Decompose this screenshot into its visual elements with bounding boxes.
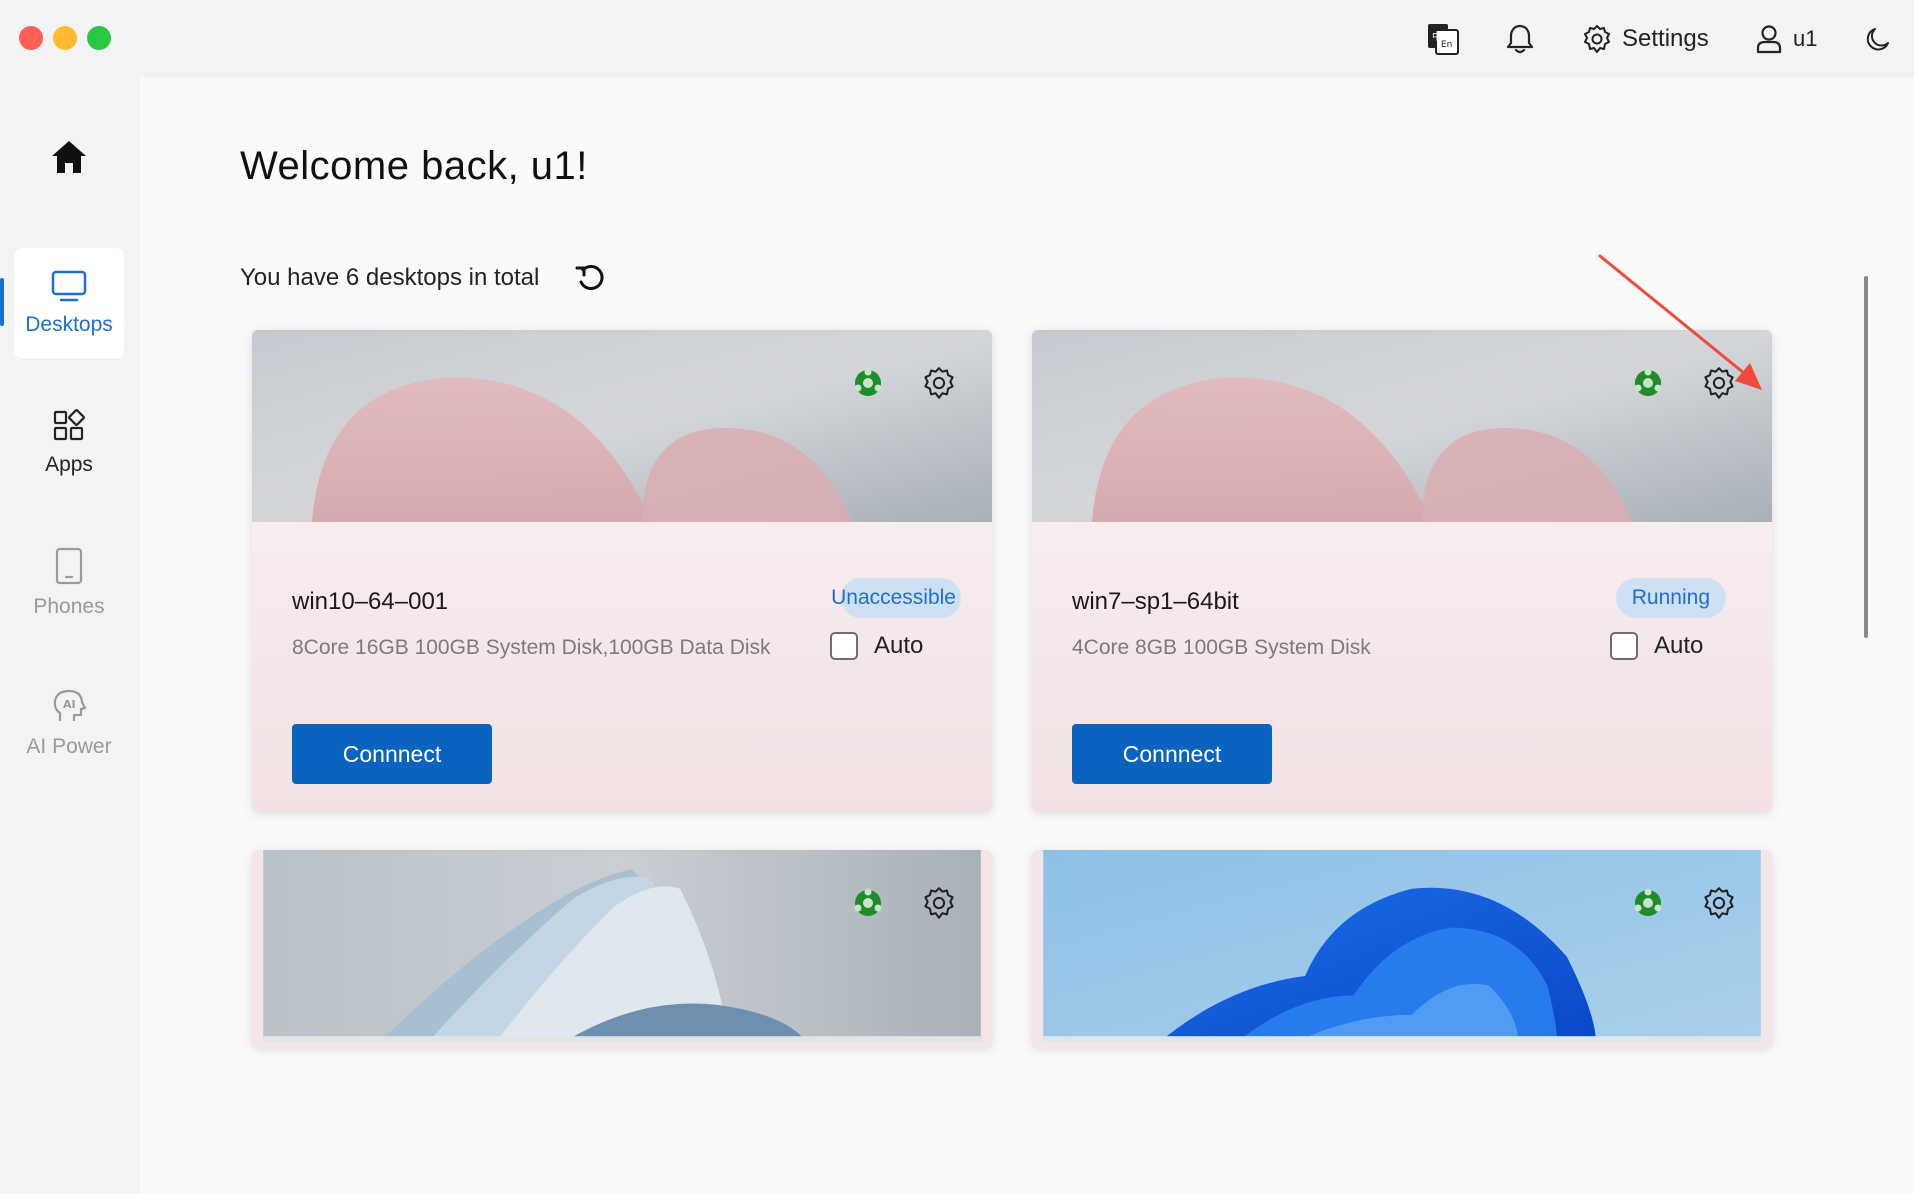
connect-button[interactable]: Connnect <box>1072 724 1272 784</box>
home-icon <box>52 141 86 173</box>
sidebar: Desktops Apps Phones AI AI Power <box>0 78 140 1194</box>
language-switch-button[interactable]: 中 En <box>1426 18 1462 60</box>
sidebar-item-home[interactable] <box>14 102 124 212</box>
auto-checkbox[interactable] <box>830 632 858 660</box>
main-content: Welcome back, u1! You have 6 desktops in… <box>140 78 1914 1194</box>
user-icon <box>1756 25 1782 54</box>
ai-head-icon: AI <box>53 689 87 721</box>
card-actions <box>1632 886 1736 920</box>
network-status-icon[interactable] <box>1632 887 1664 919</box>
refresh-icon <box>575 265 604 290</box>
card-body: win10–64–001 8Core 16GB 100GB System Dis… <box>252 522 992 812</box>
phone-icon <box>55 547 83 585</box>
desktop-card <box>252 850 992 1048</box>
bell-icon <box>1506 24 1534 54</box>
sidebar-item-apps[interactable]: Apps <box>14 388 124 498</box>
active-indicator <box>0 278 4 326</box>
apps-grid-icon <box>53 409 85 441</box>
connect-button[interactable]: Connnect <box>292 724 492 784</box>
desktop-name: win10–64–001 <box>292 588 449 615</box>
sidebar-item-label: Apps <box>45 453 93 476</box>
gear-icon[interactable] <box>922 886 956 920</box>
gear-icon[interactable] <box>922 366 956 400</box>
svg-text:AI: AI <box>63 698 76 711</box>
card-actions <box>852 886 956 920</box>
title-bar: 中 En Settings u1 <box>0 0 1914 78</box>
scrollbar[interactable] <box>1864 276 1868 638</box>
window-close-button[interactable] <box>19 26 43 50</box>
gear-icon[interactable] <box>1702 886 1736 920</box>
page-title: Welcome back, u1! <box>240 144 588 188</box>
sidebar-item-label: AI Power <box>26 735 112 758</box>
desktop-card: win10–64–001 8Core 16GB 100GB System Dis… <box>252 330 992 812</box>
status-badge-label: Unaccessible <box>831 586 956 609</box>
svg-text:En: En <box>1441 40 1452 50</box>
theme-toggle-button[interactable] <box>1865 18 1891 60</box>
settings-label: Settings <box>1622 25 1709 52</box>
desktop-card <box>1032 850 1772 1048</box>
desktop-summary: You have 6 desktops in total <box>240 262 609 294</box>
notifications-button[interactable] <box>1505 18 1535 60</box>
desktop-wallpaper <box>263 850 981 1042</box>
window-minimize-button[interactable] <box>53 26 77 50</box>
sidebar-item-ai-power[interactable]: AI AI Power <box>14 668 124 778</box>
auto-start-toggle[interactable]: Auto <box>1610 632 1703 660</box>
sidebar-item-desktops[interactable]: Desktops <box>14 248 124 358</box>
sidebar-item-label: Phones <box>33 595 105 618</box>
network-status-icon[interactable] <box>852 367 884 399</box>
sidebar-item-label: Desktops <box>25 313 113 336</box>
desktop-name: win7–sp1–64bit <box>1072 588 1239 615</box>
sidebar-item-phones[interactable]: Phones <box>14 528 124 638</box>
monitor-icon <box>51 270 87 302</box>
gear-icon <box>1584 25 1610 53</box>
status-badge: Running <box>1615 578 1726 618</box>
card-body: win7–sp1–64bit 4Core 8GB 100GB System Di… <box>1032 522 1772 812</box>
desktop-wallpaper <box>1043 850 1761 1042</box>
moon-icon <box>1866 28 1889 51</box>
user-name: u1 <box>1793 26 1818 51</box>
auto-start-toggle[interactable]: Auto <box>830 632 923 660</box>
card-actions <box>852 366 956 400</box>
auto-label: Auto <box>1654 632 1704 659</box>
auto-checkbox[interactable] <box>1610 632 1638 660</box>
desktop-spec: 8Core 16GB 100GB System Disk,100GB Data … <box>292 636 771 659</box>
language-icon: 中 En <box>1428 24 1459 55</box>
desktop-wallpaper <box>252 330 992 522</box>
status-badge: Unaccessible <box>831 578 962 618</box>
window-maximize-button[interactable] <box>87 26 111 50</box>
annotation-arrow <box>1598 254 1762 390</box>
desktop-spec: 4Core 8GB 100GB System Disk <box>1072 636 1371 659</box>
summary-text: You have 6 desktops in total <box>240 264 540 291</box>
user-menu-button[interactable]: u1 <box>1755 18 1817 60</box>
settings-button[interactable]: Settings <box>1582 18 1709 60</box>
refresh-button[interactable] <box>575 262 609 294</box>
network-status-icon[interactable] <box>852 887 884 919</box>
auto-label: Auto <box>874 632 924 659</box>
